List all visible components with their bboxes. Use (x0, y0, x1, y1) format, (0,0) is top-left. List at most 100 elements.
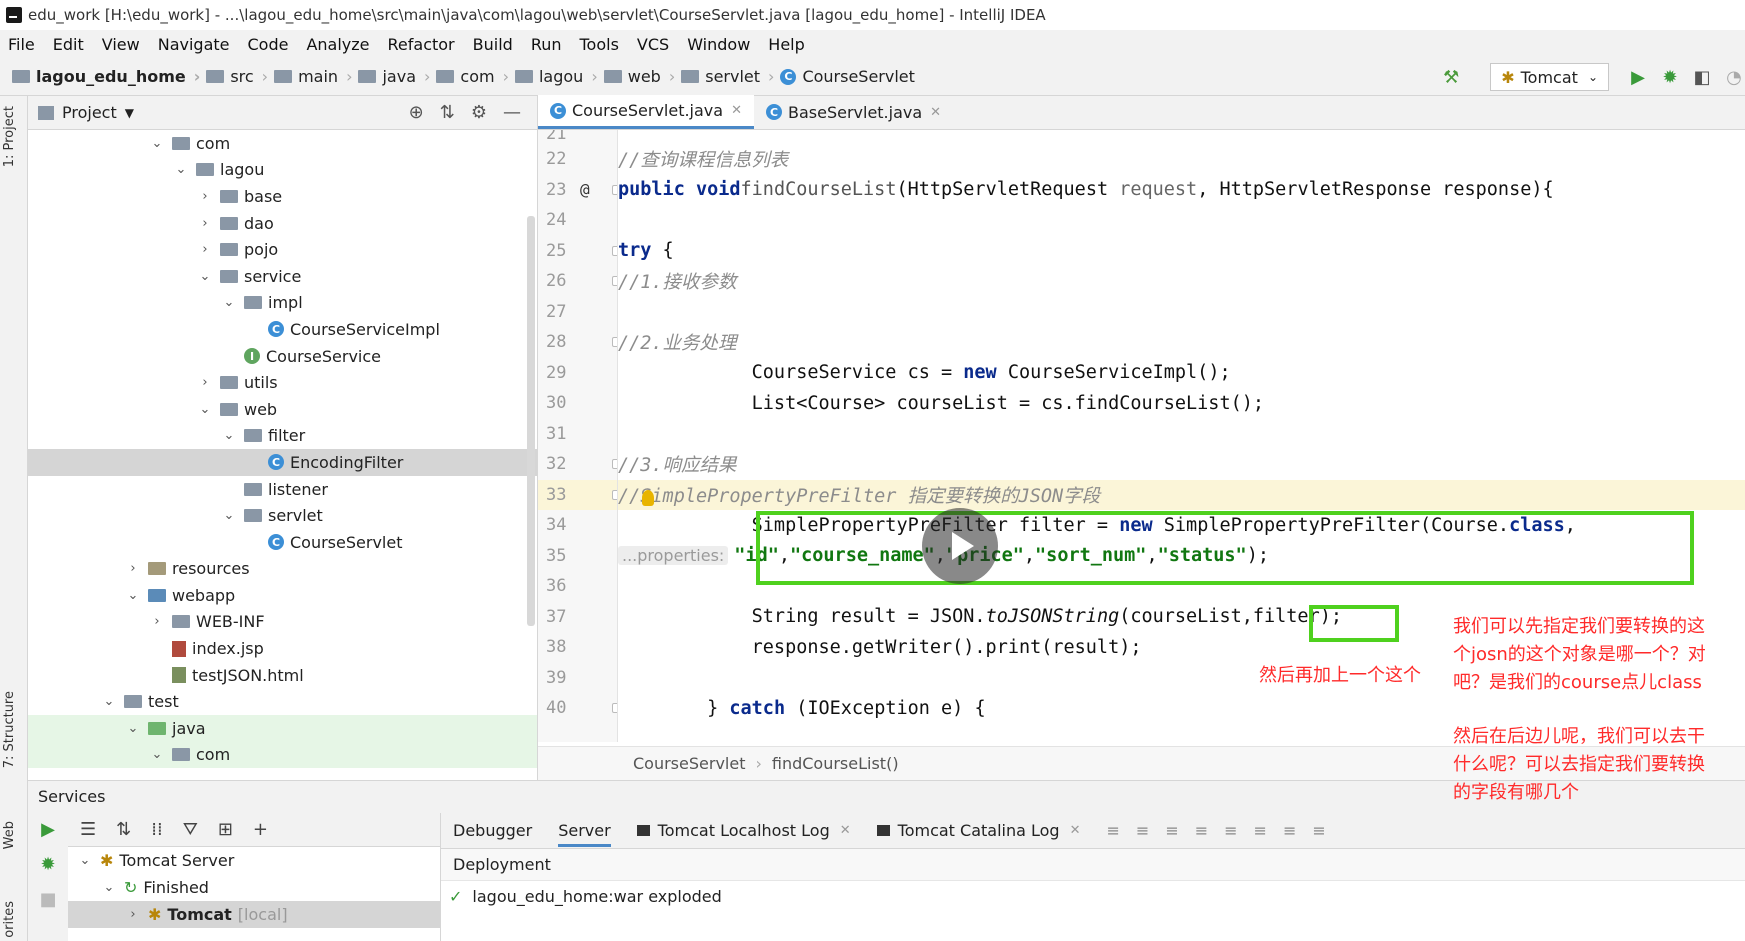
tree-item[interactable]: ⌄ com (28, 130, 537, 157)
editor-tab[interactable]: C CourseServlet.java ✕ (538, 95, 754, 129)
frames-icon[interactable]: ≡ (1312, 821, 1325, 840)
chevron-down-icon[interactable]: ⌄ (220, 428, 238, 443)
deployment-item[interactable]: ✓ lagou_edu_home:war exploded (441, 881, 1745, 911)
menu-item-vcs[interactable]: VCS (637, 35, 669, 54)
chevron-right-icon[interactable]: › (124, 907, 142, 922)
services-tree-item[interactable]: › ✱ Tomcat [local] (68, 901, 440, 928)
tree-item[interactable]: ⌄ test (28, 688, 537, 715)
tree-item[interactable]: › pojo (28, 236, 537, 263)
menu-item-build[interactable]: Build (473, 35, 513, 54)
run-to-cursor-icon[interactable]: ≡ (1254, 821, 1267, 840)
tree-item[interactable]: › utils (28, 369, 537, 396)
tree-item[interactable]: C CourseServlet (28, 529, 537, 556)
services-tab[interactable]: Tomcat Catalina Log ✕ (876, 821, 1081, 840)
services-tab[interactable]: Tomcat Localhost Log ✕ (636, 821, 851, 840)
menu-item-analyze[interactable]: Analyze (306, 35, 369, 54)
tree-item[interactable]: listener (28, 476, 537, 503)
breadcrumb-item[interactable]: servlet › (681, 67, 774, 86)
chevron-right-icon[interactable]: › (196, 375, 214, 390)
video-play-icon[interactable] (922, 508, 998, 584)
step-into-icon[interactable]: ≡ (1165, 821, 1178, 840)
close-icon[interactable]: ✕ (930, 105, 941, 120)
stop-icon[interactable]: ■ (39, 889, 56, 910)
chevron-right-icon[interactable]: › (196, 242, 214, 257)
chevron-down-icon[interactable]: ⌄ (100, 694, 118, 709)
run-icon[interactable]: ▶ (41, 819, 55, 840)
tree-item[interactable]: ⌄ web (28, 396, 537, 423)
tree-item[interactable]: testJSON.html (28, 662, 537, 689)
build-hammer-icon[interactable]: ⚒ (1440, 66, 1462, 88)
breadcrumb-item[interactable]: web › (603, 67, 675, 86)
code-crumb-class[interactable]: CourseServlet (633, 754, 745, 773)
chevron-down-icon[interactable]: ▼ (125, 106, 134, 120)
tree-item[interactable]: ⌄ servlet (28, 502, 537, 529)
chevron-down-icon[interactable]: ⌄ (196, 402, 214, 417)
debug-icon[interactable]: ✹ (1659, 66, 1681, 88)
menu-item-code[interactable]: Code (248, 35, 289, 54)
tree-item[interactable]: › WEB-INF (28, 609, 537, 636)
chevron-down-icon[interactable]: ⌄ (100, 880, 118, 895)
gear-icon[interactable]: ⚙ (471, 102, 487, 123)
close-icon[interactable]: ✕ (1070, 823, 1081, 838)
menu-item-view[interactable]: View (102, 35, 140, 54)
menu-item-help[interactable]: Help (768, 35, 804, 54)
tree-item[interactable]: ⌄ webapp (28, 582, 537, 609)
run-icon[interactable]: ▶ (1627, 66, 1649, 88)
step-over-icon[interactable]: ≡ (1136, 821, 1149, 840)
editor-tab[interactable]: C BaseServlet.java ✕ (754, 95, 953, 129)
breadcrumb-item[interactable]: main › (274, 67, 352, 86)
chevron-down-icon[interactable]: ⌄ (196, 269, 214, 284)
debug-icon[interactable]: ✹ (40, 854, 55, 875)
coverage-icon[interactable]: ◧ (1691, 66, 1713, 88)
breadcrumb-item[interactable]: lagou › (514, 67, 598, 86)
chevron-down-icon[interactable]: ⌄ (76, 853, 94, 868)
tree-item[interactable]: ⌄ service (28, 263, 537, 290)
chevron-right-icon[interactable]: › (196, 216, 214, 231)
tree-item[interactable]: ⌄ lagou (28, 157, 537, 184)
chevron-down-icon[interactable]: ⌄ (172, 162, 190, 177)
breadcrumb-item[interactable]: java › (358, 67, 430, 86)
evaluate-icon[interactable]: ≡ (1283, 821, 1296, 840)
chevron-down-icon[interactable]: ⌄ (220, 295, 238, 310)
tree-item[interactable]: › dao (28, 210, 537, 237)
project-view-title[interactable]: Project (62, 103, 117, 122)
menu-icon[interactable]: ≡ (1107, 821, 1120, 840)
tree-item[interactable]: index.jsp (28, 635, 537, 662)
new-tab-icon[interactable]: ⊞ (218, 819, 233, 840)
tree-item[interactable]: › base (28, 183, 537, 210)
chevron-right-icon[interactable]: › (148, 614, 166, 629)
force-step-icon[interactable]: ≡ (1195, 821, 1208, 840)
close-icon[interactable]: ✕ (840, 823, 851, 838)
web-tool-tab[interactable]: Web (2, 821, 17, 849)
chevron-down-icon[interactable]: ⌄ (124, 721, 142, 736)
chevron-right-icon[interactable]: › (124, 561, 142, 576)
intention-bulb-icon[interactable] (642, 490, 654, 506)
breadcrumb-item[interactable]: com › (436, 67, 509, 86)
project-scrollbar[interactable] (527, 216, 535, 626)
menu-item-navigate[interactable]: Navigate (158, 35, 230, 54)
chevron-down-icon[interactable]: ⌄ (124, 588, 142, 603)
breadcrumb-item[interactable]: lagou_edu_home › (12, 67, 200, 86)
chevron-right-icon[interactable]: › (196, 189, 214, 204)
tree-item[interactable]: ⌄ com (28, 741, 537, 769)
hide-panel-icon[interactable]: — (503, 102, 521, 123)
expand-all-icon[interactable]: ☰ (80, 819, 96, 840)
menu-item-run[interactable]: Run (531, 35, 562, 54)
services-tree-item[interactable]: ⌄ ↻ Finished (68, 874, 440, 901)
tree-item[interactable]: › resources (28, 556, 537, 583)
add-icon[interactable]: + (253, 819, 268, 840)
collapse-all-icon[interactable]: ⇅ (440, 102, 455, 123)
code-crumb-method[interactable]: findCourseList() (772, 754, 899, 773)
project-tool-tab[interactable]: 1: Project (2, 106, 17, 167)
tree-item[interactable]: ⌄ java (28, 715, 537, 742)
menu-item-file[interactable]: File (8, 35, 35, 54)
services-tab[interactable]: Server (558, 814, 611, 847)
chevron-down-icon[interactable]: ⌄ (148, 136, 166, 151)
tree-item[interactable]: I CourseService (28, 343, 537, 370)
menu-item-refactor[interactable]: Refactor (388, 35, 455, 54)
breadcrumb-item[interactable]: C CourseServlet (780, 67, 915, 86)
services-tree-item[interactable]: ⌄ ✱ Tomcat Server (68, 847, 440, 874)
close-icon[interactable]: ✕ (731, 103, 742, 118)
run-config-selector[interactable]: ✱ Tomcat ⌄ (1490, 63, 1609, 91)
tree-item[interactable]: C CourseServiceImpl (28, 316, 537, 343)
